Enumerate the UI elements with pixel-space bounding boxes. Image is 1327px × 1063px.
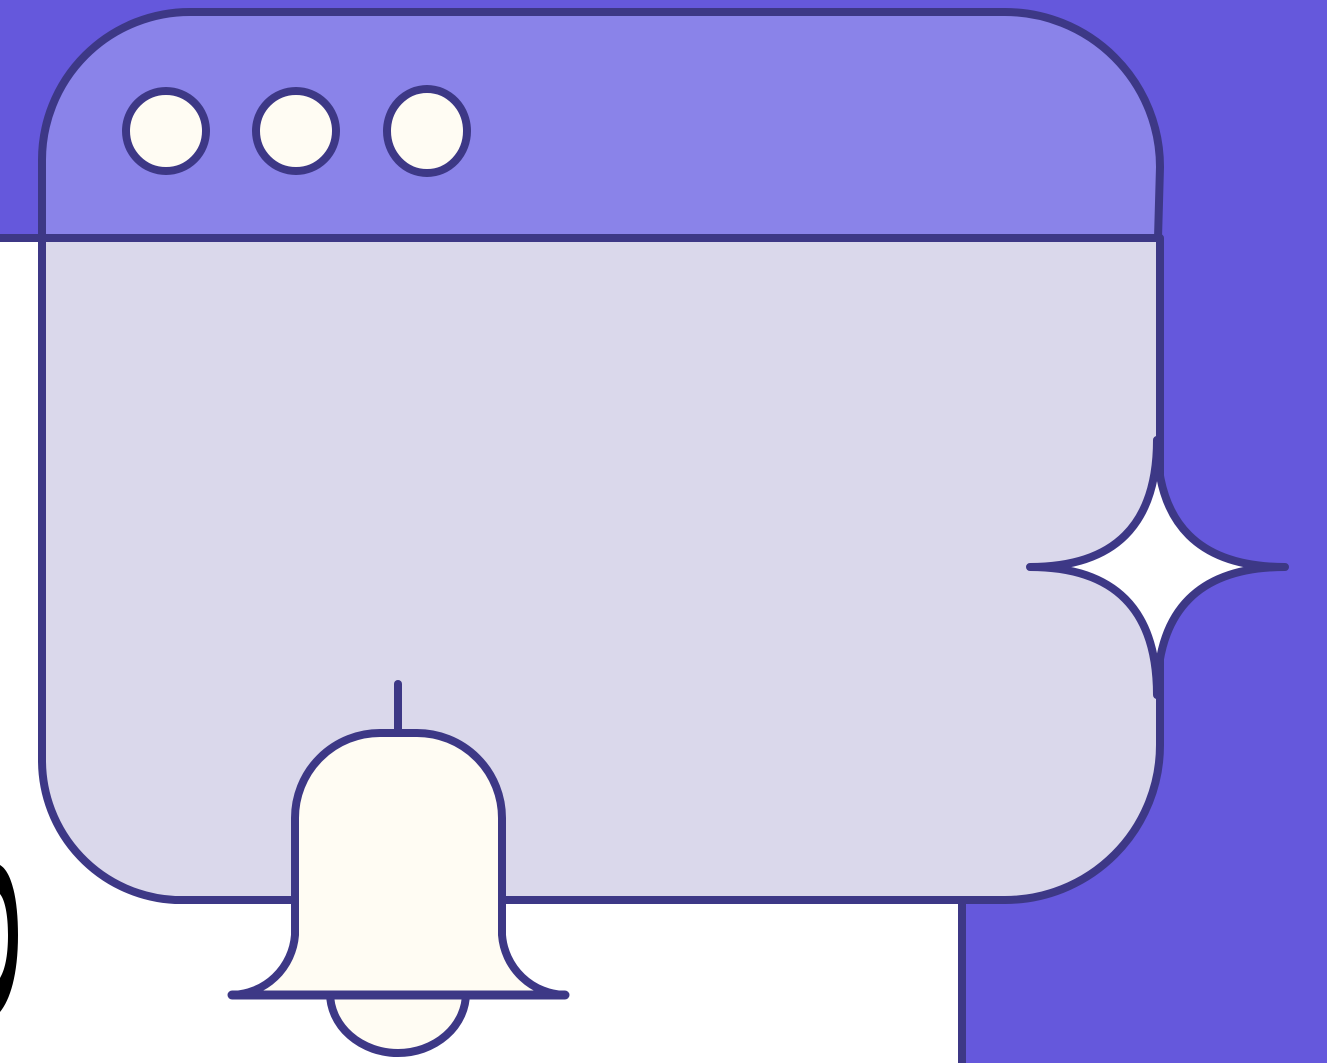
window-dot-3	[383, 85, 471, 177]
bell-clapper	[325, 989, 471, 1057]
browser-window-icon	[37, 8, 1164, 904]
partial-letter-shape	[0, 865, 18, 1012]
notification-illustration	[0, 0, 1327, 1063]
window-dot-2	[252, 87, 340, 175]
window-controls	[122, 85, 471, 177]
illustration-canvas	[0, 0, 1327, 1063]
window-titlebar	[38, 8, 1164, 242]
window-dot-1	[122, 87, 210, 175]
window-body	[37, 234, 1164, 904]
